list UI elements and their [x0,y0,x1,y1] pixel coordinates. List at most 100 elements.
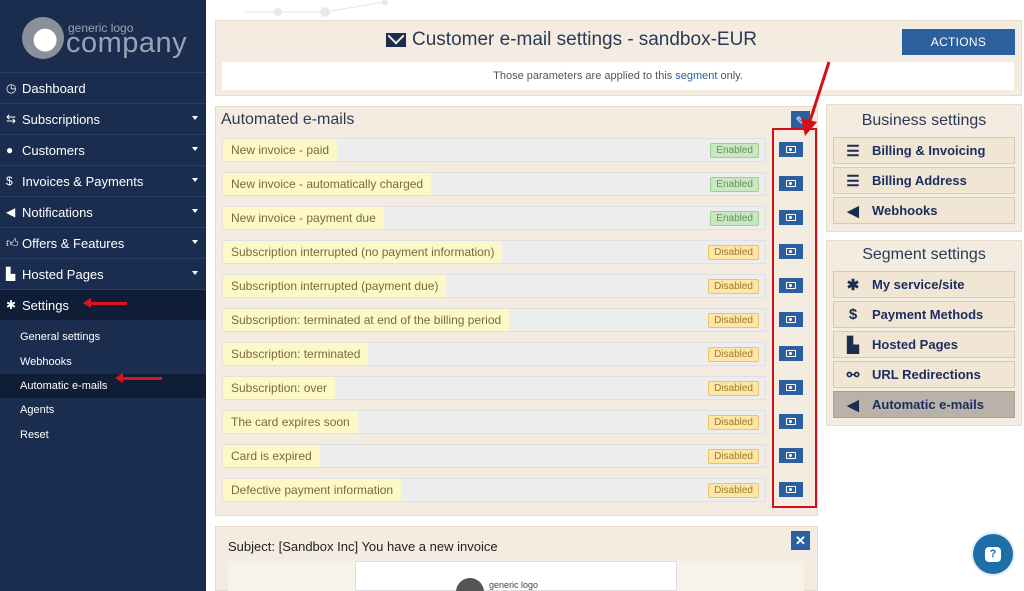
settings-link-label: Automatic e-mails [872,397,984,412]
gear-icon: ✱ [846,276,860,294]
email-row[interactable]: New invoice - payment due Enabled [222,206,766,230]
email-label[interactable]: Card is expired [223,445,320,467]
settings-link-label: URL Redirections [872,367,981,382]
main-nav: ◷ Dashboard ⇆ Subscriptions ● Customers $ Invoi… [0,72,206,320]
email-label[interactable]: The card expires soon [223,411,358,433]
email-row[interactable]: Subscription interrupted (payment due) Di… [222,274,766,298]
settings-subitem-general-settings[interactable]: General settings [0,325,206,349]
status-badge: Enabled [710,143,759,158]
email-label[interactable]: New invoice - paid [223,139,338,161]
email-row[interactable]: New invoice - paid Enabled [222,138,766,162]
status-badge: Disabled [708,347,759,362]
email-row[interactable]: Subscription: over Disabled [222,376,766,400]
sidebar-item-label: Offers & Features [22,235,125,251]
status-badge: Disabled [708,279,759,294]
business-settings-title: Business settings [861,112,987,129]
cart-icon: ▙ [847,336,859,354]
close-preview-button[interactable]: ✕ [791,531,810,550]
settings-link-my-service-site[interactable]: ✱ My service/site [833,271,1015,298]
sidebar-item-label: Settings [22,297,69,313]
link-icon: ⚯ [846,366,860,384]
sidebar-item-label: Customers [22,142,85,158]
logo-wordmark: company [66,27,188,59]
thumbs-up-icon: 👍︎ [6,235,19,250]
caret-down-icon [192,271,198,275]
email-row[interactable]: Defective payment information Disabled [222,478,766,502]
dollar-icon: $ [6,174,13,188]
email-label[interactable]: New invoice - automatically charged [223,173,432,195]
cart-icon: ▙ [6,267,16,281]
sidebar-item-label: Invoices & Payments [22,173,144,189]
settings-subitem-reset[interactable]: Reset [0,423,206,447]
list-icon: ☰ [846,172,860,190]
dashboard-icon: ◷ [6,81,17,95]
settings-link-billing-address[interactable]: ☰ Billing Address [833,167,1015,194]
logo-mark [22,17,64,59]
preview-logo-text: generic logo [489,580,539,590]
email-label[interactable]: Subscription: over [223,377,336,399]
question-icon: ? [985,546,1001,562]
status-badge: Disabled [708,483,759,498]
settings-link-label: Billing & Invoicing [872,143,986,158]
settings-link-automatic-e-mails[interactable]: ◀ Automatic e-mails [833,391,1015,418]
email-label[interactable]: Subscription interrupted (payment due) [223,275,447,297]
help-chat-button[interactable]: ? [973,534,1013,574]
email-row[interactable]: The card expires soon Disabled [222,410,766,434]
envelope-icon [386,33,406,47]
sidebar-item-customers[interactable]: ● Customers [0,134,206,165]
email-label[interactable]: Subscription interrupted (no payment inf… [223,241,503,263]
status-badge: Disabled [708,381,759,396]
sidebar-item-subscriptions[interactable]: ⇆ Subscriptions [0,103,206,134]
status-badge: Disabled [708,245,759,260]
email-label[interactable]: New invoice - payment due [223,207,384,229]
gear-icon: ✱ [6,298,17,312]
sidebar-item-invoices-payments[interactable]: $ Invoices & Payments [0,165,206,196]
email-row[interactable]: Subscription: terminated at end of the b… [222,308,766,332]
company-logo[interactable]: generic logo company [0,0,206,72]
settings-link-label: Billing Address [872,173,967,188]
email-row[interactable]: Subscription interrupted (no payment inf… [222,240,766,264]
settings-link-webhooks[interactable]: ◀ Webhooks [833,197,1015,224]
email-label[interactable]: Defective payment information [223,479,402,501]
sidebar: generic logo company ◷ Dashboard ⇆ Subscrip… [0,0,206,591]
settings-link-url-redirections[interactable]: ⚯ URL Redirections [833,361,1015,388]
email-label[interactable]: Subscription: terminated [223,343,369,365]
annotation-highlight-box [772,128,817,508]
sidebar-item-dashboard[interactable]: ◷ Dashboard [0,72,206,103]
status-badge: Enabled [710,177,759,192]
annotation-arrow-automatic-emails [115,373,162,383]
annotation-arrow-settings [83,298,127,308]
page-title-text: Customer e-mail settings - [412,29,634,50]
sidebar-item-offers-features[interactable]: 👍︎ Offers & Features [0,227,206,258]
note-text-after: only. [720,70,743,82]
caret-down-icon [192,178,198,182]
sidebar-item-notifications[interactable]: ◀ Notifications [0,196,206,227]
close-icon: ✕ [795,532,806,548]
email-row[interactable]: New invoice - automatically charged Enabl… [222,172,766,196]
note-text-before: Those parameters are applied to this [493,70,673,82]
user-icon: ● [6,143,14,157]
megaphone-icon: ◀ [847,202,859,220]
status-badge: Disabled [708,313,759,328]
settings-subitem-automatic-e-mails[interactable]: Automatic e-mails [0,373,206,399]
automated-emails-title: Automated e-mails [221,111,355,128]
settings-subitem-agents[interactable]: Agents [0,398,206,422]
header-note: Those parameters are applied to this seg… [222,62,1014,90]
segment-link[interactable]: segment [675,70,717,82]
dollar-icon: $ [848,306,858,323]
status-badge: Disabled [708,415,759,430]
sidebar-item-hosted-pages[interactable]: ▙ Hosted Pages [0,258,206,289]
status-badge: Disabled [708,449,759,464]
email-row[interactable]: Card is expired Disabled [222,444,766,468]
sidebar-item-label: Dashboard [22,80,86,96]
sidebar-item-label: Hosted Pages [22,266,104,282]
settings-link-payment-methods[interactable]: $ Payment Methods [833,301,1015,328]
email-row[interactable]: Subscription: terminated Disabled [222,342,766,366]
settings-link-billing-invoicing[interactable]: ☰ Billing & Invoicing [833,137,1015,164]
actions-button[interactable]: ACTIONS [902,29,1015,55]
caret-down-icon [192,209,198,213]
megaphone-icon: ◀ [847,396,859,414]
email-label[interactable]: Subscription: terminated at end of the b… [223,309,510,331]
settings-subitem-webhooks[interactable]: Webhooks [0,349,206,373]
settings-link-hosted-pages[interactable]: ▙ Hosted Pages [833,331,1015,358]
